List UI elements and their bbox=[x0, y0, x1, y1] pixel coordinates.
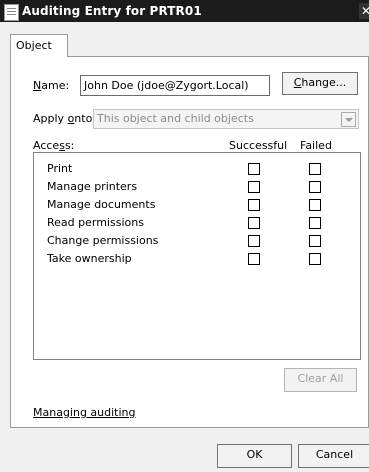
apply-onto-value: This object and child objects bbox=[97, 112, 254, 125]
managing-auditing-link[interactable]: Managing auditing bbox=[33, 406, 136, 419]
window-title: Auditing Entry for PRTR01 bbox=[22, 4, 202, 18]
permission-name: Change permissions bbox=[47, 234, 159, 247]
permission-name: Manage documents bbox=[47, 198, 156, 211]
access-label-b: s: bbox=[64, 139, 75, 152]
permission-name: Take ownership bbox=[47, 252, 132, 265]
permission-name: Print bbox=[47, 162, 73, 175]
apply-onto-select[interactable]: This object and child objects bbox=[93, 109, 359, 129]
name-field[interactable]: John Doe (jdoe@Zygort.Local) bbox=[80, 75, 270, 96]
failed-checkbox[interactable] bbox=[309, 235, 321, 247]
ok-button[interactable]: OK bbox=[217, 444, 292, 468]
change-button-label: hange... bbox=[301, 76, 347, 89]
successful-header: Successful bbox=[229, 139, 288, 152]
name-label-accel: N bbox=[33, 79, 42, 92]
document-icon bbox=[4, 4, 19, 21]
failed-checkbox[interactable] bbox=[309, 199, 321, 211]
access-list[interactable]: Print Manage printers Manage documents R… bbox=[33, 152, 361, 360]
title-bar: Auditing Entry for PRTR01 ✕ bbox=[0, 0, 369, 22]
list-item: Manage documents bbox=[34, 196, 360, 214]
permission-name: Manage printers bbox=[47, 180, 138, 193]
name-label: Name: bbox=[33, 79, 69, 92]
chevron-down-icon[interactable] bbox=[341, 112, 356, 127]
cancel-button[interactable]: Cancel bbox=[298, 444, 369, 468]
successful-checkbox[interactable] bbox=[248, 181, 260, 193]
failed-checkbox[interactable] bbox=[309, 181, 321, 193]
successful-checkbox[interactable] bbox=[248, 163, 260, 175]
access-label: Access: bbox=[33, 139, 74, 152]
permission-name: Read permissions bbox=[47, 216, 144, 229]
name-label-text: ame: bbox=[41, 79, 70, 92]
tab-object[interactable]: Object bbox=[10, 34, 68, 57]
successful-checkbox[interactable] bbox=[248, 199, 260, 211]
successful-checkbox[interactable] bbox=[248, 217, 260, 229]
successful-checkbox[interactable] bbox=[248, 235, 260, 247]
failed-checkbox[interactable] bbox=[309, 163, 321, 175]
list-item: Read permissions bbox=[34, 214, 360, 232]
failed-checkbox[interactable] bbox=[309, 253, 321, 265]
access-label-a: Acce bbox=[33, 139, 60, 152]
apply-onto-label-a: Apply bbox=[33, 112, 68, 125]
apply-onto-label: Apply onto: bbox=[33, 112, 96, 125]
failed-header: Failed bbox=[300, 139, 332, 152]
successful-checkbox[interactable] bbox=[248, 253, 260, 265]
change-button[interactable]: Change... bbox=[282, 72, 358, 95]
list-item: Print bbox=[34, 160, 360, 178]
failed-checkbox[interactable] bbox=[309, 217, 321, 229]
clear-all-button[interactable]: Clear All bbox=[284, 368, 357, 392]
list-item: Manage printers bbox=[34, 178, 360, 196]
name-field-value: John Doe (jdoe@Zygort.Local) bbox=[84, 79, 249, 92]
tab-object-label: Object bbox=[16, 39, 52, 52]
list-item: Take ownership bbox=[34, 250, 360, 268]
close-icon[interactable]: ✕ bbox=[359, 3, 369, 19]
list-item: Change permissions bbox=[34, 232, 360, 250]
